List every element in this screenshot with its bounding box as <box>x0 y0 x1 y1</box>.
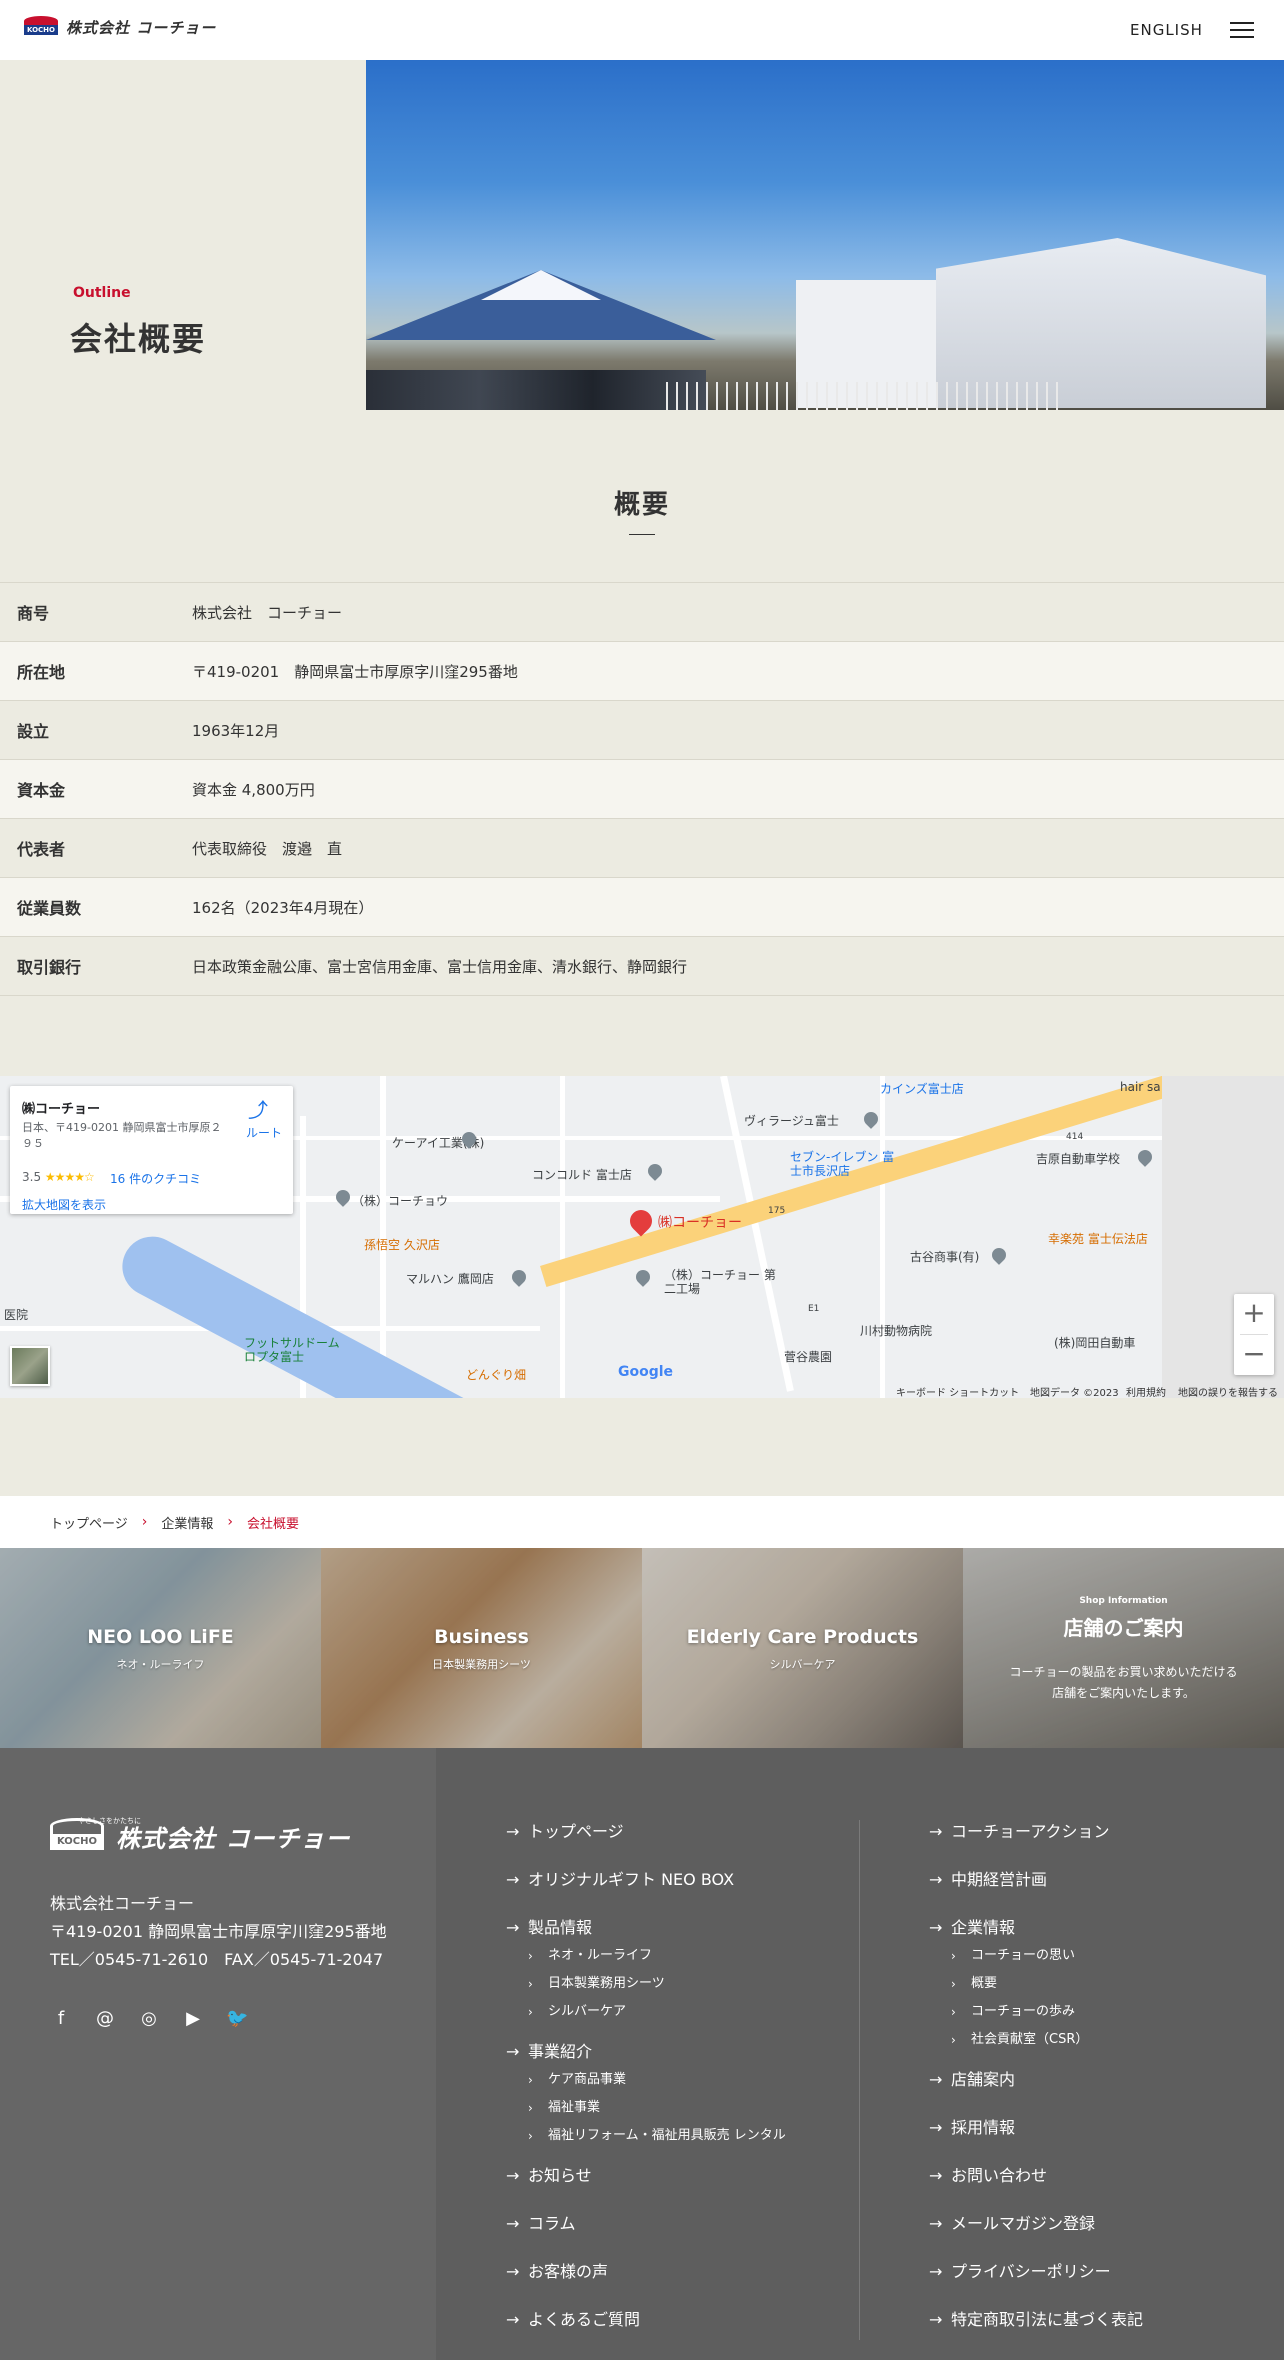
footer-link-privacy[interactable]: → プライバシーポリシー <box>929 2260 1143 2308</box>
table-row: 商号 株式会社 コーチョー <box>0 583 1284 642</box>
social-links: f @ ◎ ▶ 🐦 <box>50 2008 249 2030</box>
heading-divider <box>629 534 655 535</box>
footer-sublink[interactable]: › 福祉リフォーム・福祉用具販売 レンタル <box>506 2126 786 2164</box>
footer-sublink[interactable]: › シルバーケア <box>506 2002 786 2040</box>
footer-sublink[interactable]: › コーチョーの歩み <box>929 2002 1143 2030</box>
footer-link-column[interactable]: → コラム <box>506 2212 786 2260</box>
map-marker-icon[interactable] <box>633 1267 653 1287</box>
logo-tagline: やさしさをかたちに <box>78 1817 141 1825</box>
table-row: 取引銀行 日本政策金融公庫、富士宮信用金庫、富士信用金庫、清水銀行、静岡銀行 <box>0 937 1284 996</box>
footer-link-faq[interactable]: → よくあるご質問 <box>506 2308 786 2356</box>
place-address: 日本、〒419-0201 静岡県富士市厚原２９５ <box>22 1121 222 1150</box>
category-tiles: NEO LOO LiFE ネオ・ルーライフ Business 日本製業務用シーツ… <box>0 1548 1284 1748</box>
kocho-logo-mark: KOCHO <box>24 16 58 38</box>
zoom-in-button[interactable]: + <box>1234 1294 1274 1334</box>
footer-sublink[interactable]: › 福祉事業 <box>506 2098 786 2126</box>
footer-link-business[interactable]: → 事業紹介 <box>506 2040 786 2070</box>
footer-link-corporate[interactable]: → 企業情報 <box>929 1916 1143 1946</box>
breadcrumb-corporate[interactable]: 企業情報 <box>161 1513 213 1532</box>
facebook-icon[interactable]: f <box>50 2008 72 2030</box>
map-canvas[interactable]: カインズ富士店 ヴィラージュ富士 セブン-イレブン 富士市長沢店 吉原自動車学校… <box>0 1076 1284 1398</box>
footer-sublink[interactable]: › 日本製業務用シーツ <box>506 1974 786 2002</box>
google-map-embed[interactable]: カインズ富士店 ヴィラージュ富士 セブン-イレブン 富士市長沢店 吉原自動車学校… <box>0 1076 1284 1398</box>
breadcrumb-current: 会社概要 <box>246 1516 299 1532</box>
report-error-link[interactable]: 地図の誤りを報告する <box>1178 1384 1278 1398</box>
footer-link-products[interactable]: → 製品情報 <box>506 1916 786 1946</box>
footer-link-tokusho[interactable]: → 特定商取引法に基づく表記 <box>929 2308 1143 2356</box>
footer-nav-col-1: → トップページ → オリジナルギフト NEO BOX → 製品情報 › ネオ・ルーライ… <box>506 1820 786 2356</box>
hero-eyebrow: Outline <box>73 285 131 301</box>
footer-link-top[interactable]: → トップページ <box>506 1820 786 1868</box>
site-header: KOCHO 株式会社 コーチョー ENGLISH <box>0 0 1284 60</box>
breadcrumb: トップページ › 企業情報 › 会社概要 <box>0 1496 1284 1548</box>
footer-link-news[interactable]: → お知らせ <box>506 2164 786 2212</box>
youtube-icon[interactable]: ▶ <box>182 2008 204 2030</box>
footer-link-voice[interactable]: → お客様の声 <box>506 2260 786 2308</box>
overview-heading: 概要 <box>613 490 670 520</box>
site-logo[interactable]: KOCHO 株式会社 コーチョー <box>24 16 216 38</box>
footer-company-info: 株式会社コーチョー 〒419-0201 静岡県富士市厚原字川窪295番地 TEL… <box>50 1894 387 1969</box>
map-marker-icon[interactable] <box>861 1109 881 1129</box>
overview-section: 概要 商号 株式会社 コーチョー 所在地 〒419-0201 静岡県富士市厚原字… <box>0 410 1284 1076</box>
map-marker-icon[interactable] <box>645 1161 665 1181</box>
footer-link-action[interactable]: → コーチョーアクション <box>929 1820 1143 1868</box>
view-larger-map-link[interactable]: 拡大地図を表示 <box>22 1196 106 1213</box>
map-marker-icon[interactable] <box>989 1245 1009 1265</box>
english-link[interactable]: ENGLISH <box>1130 21 1203 39</box>
directions-link[interactable]: ルート <box>246 1124 282 1141</box>
place-name: ㈱コーチョー <box>22 1102 101 1117</box>
footer-sublink[interactable]: › ケア商品事業 <box>506 2070 786 2098</box>
breadcrumb-top[interactable]: トップページ <box>50 1513 128 1532</box>
keyboard-shortcuts-link[interactable]: キーボード ショートカット <box>896 1384 1019 1398</box>
tile-neo-loo-life[interactable]: NEO LOO LiFE ネオ・ルーライフ <box>0 1548 321 1748</box>
river-shape <box>111 1226 520 1398</box>
footer-sublink[interactable]: › ネオ・ルーライフ <box>506 1946 786 1974</box>
instagram-icon[interactable]: ◎ <box>138 2008 160 2030</box>
table-row: 資本金 資本金 4,800万円 <box>0 760 1284 819</box>
hero-photo-factory <box>366 60 1284 410</box>
reviews-link[interactable]: 16 件のクチコミ <box>110 1170 201 1187</box>
table-row: 所在地 〒419-0201 静岡県富士市厚原字川窪295番地 <box>0 642 1284 701</box>
footer-link-contact[interactable]: → お問い合わせ <box>929 2164 1143 2212</box>
google-logo: Google <box>618 1364 674 1380</box>
tile-shop-information[interactable]: Shop Information 店舗のご案内 コーチョーの製品をお買い求めいた… <box>963 1548 1284 1748</box>
at-icon[interactable]: @ <box>94 2008 116 2030</box>
company-info-table: 商号 株式会社 コーチョー 所在地 〒419-0201 静岡県富士市厚原字川窪2… <box>0 582 1284 996</box>
footer-link-plan[interactable]: → 中期経営計画 <box>929 1868 1143 1916</box>
map-marker-icon[interactable] <box>509 1267 529 1287</box>
footer-link-magazine[interactable]: → メールマガジン登録 <box>929 2212 1143 2260</box>
terms-link[interactable]: 利用規約 <box>1126 1384 1166 1398</box>
rating-stars-icon: ★★★★☆ <box>44 1170 95 1184</box>
footer-link-shops[interactable]: → 店舗案内 <box>929 2068 1143 2116</box>
directions-icon[interactable]: ⤴ <box>248 1100 268 1120</box>
table-row: 従業員数 162名（2023年4月現在） <box>0 878 1284 937</box>
footer-link-gift[interactable]: → オリジナルギフト NEO BOX <box>506 1868 786 1916</box>
map-marker-icon[interactable] <box>1135 1147 1155 1167</box>
chevron-right-icon: › <box>141 1514 148 1530</box>
tile-business[interactable]: Business 日本製業務用シーツ <box>321 1548 642 1748</box>
table-row: 代表者 代表取締役 渡邉 直 <box>0 819 1284 878</box>
footer-sublink[interactable]: › コーチョーの思い <box>929 1946 1143 1974</box>
map-marker-icon[interactable] <box>333 1187 353 1207</box>
footer-link-recruit[interactable]: → 採用情報 <box>929 2116 1143 2164</box>
zoom-out-button[interactable]: − <box>1234 1335 1274 1375</box>
twitter-icon[interactable]: 🐦 <box>226 2008 248 2030</box>
footer-sublink[interactable]: › 社会貢献室（CSR） <box>929 2030 1143 2068</box>
footer-sublink[interactable]: › 概要 <box>929 1974 1143 2002</box>
chevron-right-icon: › <box>227 1514 233 1530</box>
logo-text: 株式会社 コーチョー <box>66 18 217 37</box>
tile-elderly-care[interactable]: Elderly Care Products シルバーケア <box>642 1548 963 1748</box>
place-info-card: ㈱コーチョー 日本、〒419-0201 静岡県富士市厚原２９５ 3.5 ★★★★… <box>10 1086 293 1214</box>
table-row: 設立 1963年12月 <box>0 701 1284 760</box>
page-title: 会社概要 <box>70 320 207 358</box>
map-attribution: キーボード ショートカット 地図データ ©2023 利用規約 地図の誤りを報告す… <box>0 1382 1284 1398</box>
hamburger-icon[interactable] <box>1230 22 1254 40</box>
place-rating: 3.5 ★★★★☆ <box>22 1170 95 1184</box>
footer-company-panel: KOCHO 株式会社 コーチョー やさしさをかたちに 株式会社コーチョー 〒41… <box>0 1748 436 2360</box>
zoom-controls: + − <box>1234 1294 1274 1375</box>
footer-nav-col-2: → コーチョーアクション → 中期経営計画 → 企業情報 › コーチョーの思い › 概要 … <box>929 1820 1143 2356</box>
satellite-layer-toggle[interactable] <box>10 1346 50 1386</box>
map-data-credit: 地図データ ©2023 <box>1030 1388 1119 1398</box>
